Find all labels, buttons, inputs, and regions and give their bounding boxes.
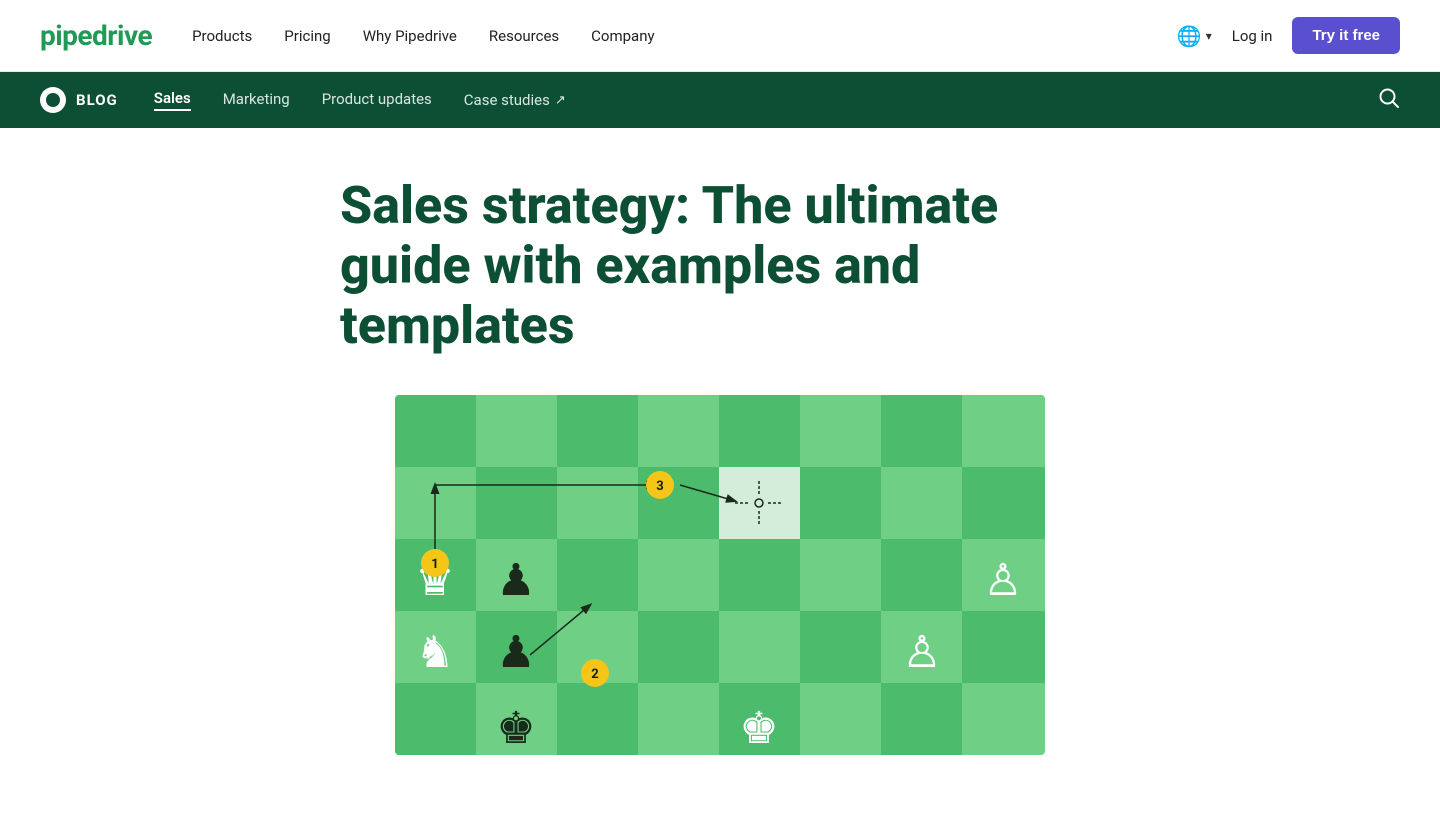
blog-nav-case-studies[interactable]: Case studies ↗ (464, 91, 566, 109)
svg-text:2: 2 (591, 667, 598, 682)
language-selector[interactable]: 🌐 ▾ (1177, 24, 1212, 48)
nav-company[interactable]: Company (591, 27, 654, 45)
nav-pricing[interactable]: Pricing (284, 27, 330, 45)
try-free-button[interactable]: Try it free (1292, 17, 1400, 54)
case-studies-label: Case studies (464, 91, 550, 109)
blog-label: BLOG (76, 91, 118, 109)
search-icon (1378, 87, 1400, 109)
blog-nav-links: Sales Marketing Product updates Case stu… (154, 89, 566, 111)
svg-text:♙: ♙ (983, 554, 1022, 606)
search-button[interactable] (1378, 87, 1400, 114)
svg-text:♟: ♟ (496, 626, 535, 678)
svg-text:1: 1 (431, 557, 438, 572)
blog-logo-icon (40, 87, 66, 113)
top-nav: pipedrive Products Pricing Why Pipedrive… (0, 0, 1440, 72)
svg-text:♚: ♚ (496, 702, 535, 754)
main-content: Sales strategy: The ultimate guide with … (0, 128, 1440, 755)
nav-resources[interactable]: Resources (489, 27, 559, 45)
nav-links: Products Pricing Why Pipedrive Resources… (192, 27, 655, 45)
login-link[interactable]: Log in (1232, 27, 1273, 45)
globe-icon: 🌐 (1177, 24, 1202, 48)
svg-text:♞: ♞ (415, 626, 454, 678)
nav-products[interactable]: Products (192, 27, 252, 45)
blog-nav-left: BLOG Sales Marketing Product updates Cas… (40, 87, 566, 113)
blog-nav-marketing[interactable]: Marketing (223, 90, 290, 110)
blog-logo[interactable]: BLOG (40, 87, 118, 113)
svg-text:♚: ♚ (739, 702, 778, 754)
nav-left: pipedrive Products Pricing Why Pipedrive… (40, 19, 655, 52)
blog-nav: BLOG Sales Marketing Product updates Cas… (0, 72, 1440, 128)
brand-logo[interactable]: pipedrive (40, 19, 152, 52)
blog-nav-sales[interactable]: Sales (154, 89, 191, 111)
nav-right: 🌐 ▾ Log in Try it free (1177, 17, 1400, 54)
nav-why[interactable]: Why Pipedrive (363, 27, 457, 45)
external-link-icon: ↗ (555, 93, 566, 108)
chess-illustration: ♛ ♟ ♙ ♞ ♟ ♙ ♚ ♚ (395, 395, 1045, 755)
blog-nav-product-updates[interactable]: Product updates (322, 90, 432, 110)
svg-text:3: 3 (656, 479, 663, 494)
svg-text:♟: ♟ (496, 554, 535, 606)
svg-text:♙: ♙ (902, 626, 941, 678)
chevron-down-icon: ▾ (1206, 29, 1212, 43)
chess-board-svg: ♛ ♟ ♙ ♞ ♟ ♙ ♚ ♚ (395, 395, 1045, 755)
blog-logo-icon-inner (46, 93, 60, 107)
article-title: Sales strategy: The ultimate guide with … (340, 176, 1100, 355)
